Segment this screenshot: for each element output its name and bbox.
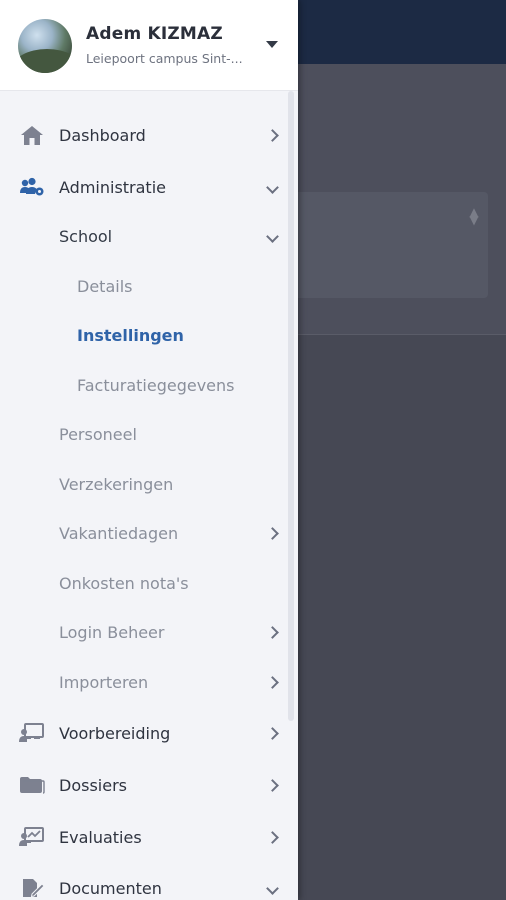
menu-label-details: Details <box>77 276 133 296</box>
menu-label-dashboard: Dashboard <box>59 125 146 145</box>
menu-label-documenten: Documenten <box>59 878 162 898</box>
menu-item-dossiers[interactable]: Dossiers <box>0 763 298 807</box>
edit-document-icon <box>19 877 45 899</box>
profile-school: Leiepoort campus Sint-... <box>86 51 243 66</box>
chevron-right-icon <box>266 625 279 639</box>
menu-label-evaluaties: Evaluaties <box>59 827 142 847</box>
menu-item-verzekeringen[interactable]: Verzekeringen <box>0 462 298 506</box>
menu-item-dashboard[interactable]: Dashboard <box>0 113 298 157</box>
menu-label-administratie: Administratie <box>59 177 166 197</box>
menu-item-documenten[interactable]: Documenten <box>0 866 298 900</box>
menu-item-importeren[interactable]: Importeren <box>0 660 298 704</box>
menu-item-administratie[interactable]: Administratie <box>0 165 298 209</box>
menu-label-onkosten-notas: Onkosten nota's <box>59 573 189 593</box>
menu-item-evaluaties[interactable]: Evaluaties <box>0 815 298 859</box>
navigation-drawer: Adem KIZMAZ Leiepoort campus Sint-... Da… <box>0 0 298 900</box>
menu-item-instellingen[interactable]: Instellingen <box>0 313 298 357</box>
menu-label-dossiers: Dossiers <box>59 775 127 795</box>
menu-label-verzekeringen: Verzekeringen <box>59 474 174 494</box>
menu-item-login-beheer[interactable]: Login Beheer <box>0 610 298 654</box>
menu-item-details[interactable]: Details <box>0 264 298 308</box>
chevron-right-icon <box>266 830 279 844</box>
menu-label-instellingen: Instellingen <box>77 325 184 345</box>
menu-item-school[interactable]: School <box>0 214 298 258</box>
menu-label-vakantiedagen: Vakantiedagen <box>59 523 179 543</box>
menu-item-onkosten-notas[interactable]: Onkosten nota's <box>0 561 298 605</box>
chevron-right-icon <box>266 778 279 792</box>
sort-icon: ▲ ▼ <box>469 205 479 227</box>
menu-item-facturatiegegevens[interactable]: Facturatiegegevens <box>0 363 298 407</box>
folder-icon <box>19 774 45 796</box>
chart-board-icon <box>19 826 45 848</box>
chevron-down-icon <box>266 229 279 243</box>
caret-down-icon[interactable] <box>266 41 278 48</box>
chevron-down-icon <box>266 881 279 895</box>
teacher-board-icon <box>19 722 45 744</box>
menu-item-personeel[interactable]: Personeel <box>0 412 298 456</box>
menu-label-facturatiegegevens: Facturatiegegevens <box>77 375 235 395</box>
users-cog-icon <box>19 176 45 198</box>
chevron-right-icon <box>266 726 279 740</box>
chevron-right-icon <box>266 526 279 540</box>
menu-item-voorbereiding[interactable]: Voorbereiding <box>0 711 298 755</box>
home-icon <box>19 124 45 146</box>
profile-header[interactable]: Adem KIZMAZ Leiepoort campus Sint-... <box>0 0 298 91</box>
chevron-down-icon <box>266 180 279 194</box>
menu-label-voorbereiding: Voorbereiding <box>59 723 171 743</box>
menu-label-school: School <box>59 226 113 246</box>
menu-label-personeel: Personeel <box>59 424 137 444</box>
menu-label-login-beheer: Login Beheer <box>59 622 165 642</box>
profile-name: Adem KIZMAZ <box>86 24 223 44</box>
avatar[interactable] <box>18 19 72 73</box>
chevron-right-icon <box>266 675 279 689</box>
menu-label-importeren: Importeren <box>59 672 149 692</box>
chevron-right-icon <box>266 128 279 142</box>
menu-item-vakantiedagen[interactable]: Vakantiedagen <box>0 511 298 555</box>
